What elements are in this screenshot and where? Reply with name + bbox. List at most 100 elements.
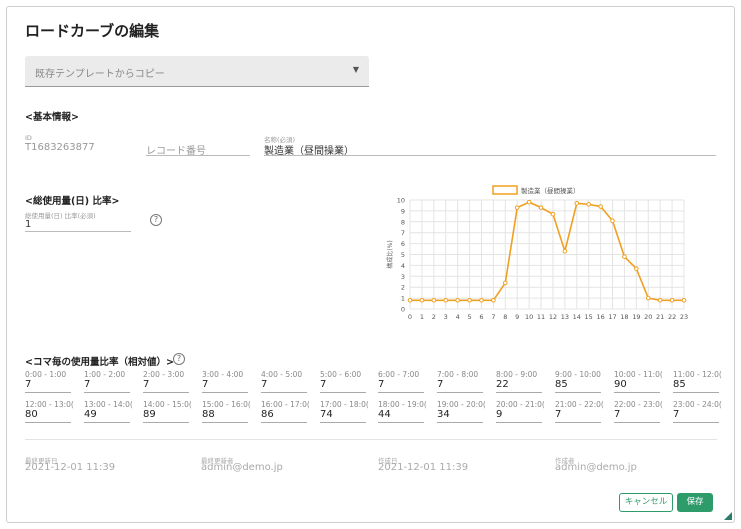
slot-underline bbox=[143, 422, 189, 423]
x-tick-label: 13 bbox=[561, 313, 569, 321]
x-tick-label: 5 bbox=[467, 313, 471, 321]
slot-underline bbox=[614, 422, 660, 423]
slot-underline bbox=[555, 422, 601, 423]
caret-down-icon[interactable]: ▼ bbox=[353, 65, 359, 74]
data-point bbox=[681, 297, 687, 303]
slot-label: 2:00 - 3:00 bbox=[143, 370, 185, 379]
slot-label: 18:00 - 19:0( bbox=[378, 400, 427, 409]
daily-usage-input[interactable]: 1 bbox=[25, 219, 31, 230]
y-tick-label: 9 bbox=[401, 207, 405, 215]
data-point bbox=[538, 205, 544, 210]
hourly-help-icon[interactable]: ? bbox=[173, 353, 185, 365]
data-point bbox=[526, 199, 532, 205]
legend-label: 製造業（昼間操業） bbox=[521, 186, 580, 195]
template-select-placeholder: 既存テンプレートからコピー bbox=[35, 69, 165, 80]
slot-input[interactable]: 9 bbox=[496, 409, 502, 420]
slot-input[interactable]: 74 bbox=[320, 409, 333, 420]
slot-input[interactable]: 7 bbox=[84, 379, 90, 390]
data-point bbox=[574, 200, 580, 206]
slot-underline bbox=[496, 392, 542, 393]
slot-underline bbox=[378, 392, 424, 393]
slot-underline bbox=[673, 422, 719, 423]
load-curve-chart: 0123456789100 1 2 3 4 5 6 7 8 9 10 11 12 13 14 15 16 17 18… bbox=[386, 185, 688, 321]
x-tick-label: 9 bbox=[515, 313, 519, 321]
slot-underline bbox=[261, 392, 307, 393]
created-by-value: admin@demo.jp bbox=[555, 462, 637, 473]
data-point bbox=[467, 297, 472, 303]
x-tick-label: 7 bbox=[491, 313, 495, 321]
basic-info-heading: <基本情報> bbox=[25, 112, 79, 123]
slot-input[interactable]: 7 bbox=[25, 379, 31, 390]
cancel-button[interactable]: キャンセル bbox=[619, 493, 673, 512]
data-point bbox=[479, 297, 484, 303]
slot-input[interactable]: 7 bbox=[614, 409, 620, 420]
x-tick-label: 19 bbox=[632, 313, 640, 321]
slot-underline bbox=[261, 422, 307, 423]
y-tick-label: 0 bbox=[401, 306, 405, 314]
slot-input[interactable]: 89 bbox=[143, 409, 156, 420]
data-point bbox=[598, 204, 603, 209]
slot-label: 5:00 - 6:00 bbox=[320, 370, 362, 379]
slot-input[interactable]: 7 bbox=[143, 379, 149, 390]
daily-usage-heading: <総使用量(日) 比率> bbox=[25, 196, 120, 207]
daily-usage-underline bbox=[25, 231, 131, 232]
y-tick-label: 8 bbox=[401, 218, 405, 226]
resize-handle[interactable] bbox=[724, 512, 732, 520]
hourly-heading: <コマ毎の使用量比率（相対値）> bbox=[25, 357, 174, 368]
x-tick-label: 2 bbox=[432, 313, 436, 321]
slot-underline bbox=[202, 422, 248, 423]
x-tick-label: 12 bbox=[549, 313, 557, 321]
slot-input[interactable]: 34 bbox=[437, 409, 450, 420]
slot-input[interactable]: 7 bbox=[555, 409, 561, 420]
slot-label: 19:00 - 20:0( bbox=[437, 400, 486, 409]
slot-input[interactable]: 80 bbox=[25, 409, 38, 420]
x-tick-label: 16 bbox=[596, 313, 604, 321]
slot-label: 22:00 - 23:0( bbox=[614, 400, 663, 409]
updated-by-value: admin@demo.jp bbox=[201, 462, 283, 473]
slot-underline bbox=[320, 392, 366, 393]
x-tick-label: 23 bbox=[680, 313, 688, 321]
x-tick-label: 15 bbox=[585, 313, 593, 321]
slot-input[interactable]: 7 bbox=[202, 379, 208, 390]
divider bbox=[25, 439, 717, 440]
slot-input[interactable]: 44 bbox=[378, 409, 391, 420]
slot-input[interactable]: 7 bbox=[261, 379, 267, 390]
x-tick-label: 21 bbox=[656, 313, 664, 321]
slot-input[interactable]: 7 bbox=[320, 379, 326, 390]
data-point bbox=[657, 297, 663, 303]
x-tick-label: 6 bbox=[479, 313, 483, 321]
legend-swatch bbox=[492, 185, 518, 195]
data-point bbox=[550, 211, 556, 217]
x-tick-label: 11 bbox=[537, 313, 545, 321]
slot-input[interactable]: 86 bbox=[261, 409, 274, 420]
slot-input[interactable]: 7 bbox=[437, 379, 443, 390]
slot-input[interactable]: 7 bbox=[673, 409, 679, 420]
y-tick-label: 5 bbox=[401, 251, 405, 259]
y-tick-label: 1 bbox=[401, 295, 405, 303]
data-point bbox=[407, 297, 413, 303]
slot-label: 4:00 - 5:00 bbox=[261, 370, 303, 379]
save-button[interactable]: 保存 bbox=[677, 493, 713, 512]
data-point bbox=[419, 297, 425, 303]
y-tick-label: 7 bbox=[401, 229, 405, 237]
data-point bbox=[455, 297, 460, 303]
help-icon[interactable]: ? bbox=[150, 214, 162, 226]
slot-underline bbox=[555, 392, 601, 393]
slot-label: 0:00 - 1:00 bbox=[25, 370, 67, 379]
updated-at-value: 2021-12-01 11:39 bbox=[25, 462, 116, 473]
slot-label: 3:00 - 4:00 bbox=[202, 370, 244, 379]
dialog-title: ロードカーブの編集 bbox=[25, 22, 160, 40]
slot-label: 16:00 - 17:0( bbox=[261, 400, 310, 409]
slot-input[interactable]: 90 bbox=[614, 379, 627, 390]
slot-input[interactable]: 22 bbox=[496, 379, 509, 390]
data-point bbox=[634, 266, 639, 271]
template-copy-select[interactable]: 既存テンプレートからコピー ▼ bbox=[25, 56, 369, 87]
slot-input[interactable]: 7 bbox=[378, 379, 384, 390]
x-tick-label: 18 bbox=[620, 313, 628, 321]
slot-input[interactable]: 85 bbox=[673, 379, 686, 390]
x-tick-label: 14 bbox=[573, 313, 581, 321]
slot-input[interactable]: 49 bbox=[84, 409, 97, 420]
slot-input[interactable]: 88 bbox=[202, 409, 215, 420]
slot-input[interactable]: 85 bbox=[555, 379, 568, 390]
slot-underline bbox=[437, 392, 483, 393]
